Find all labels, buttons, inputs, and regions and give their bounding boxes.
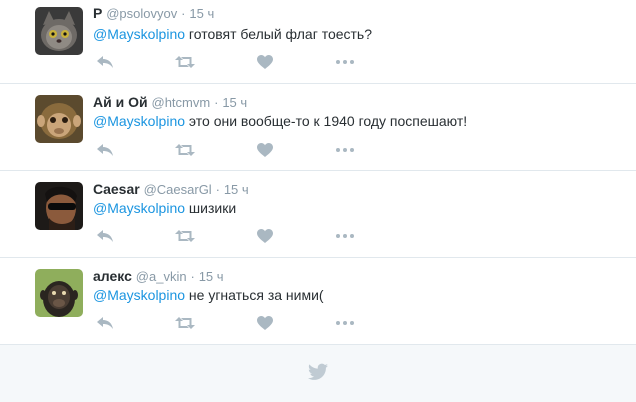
heart-icon	[257, 55, 273, 69]
fullname[interactable]: Caesar	[93, 181, 140, 197]
username[interactable]: @a_vkin	[136, 269, 187, 284]
retweet-icon	[175, 230, 195, 242]
timestamp[interactable]: 15 ч	[189, 6, 214, 21]
heart-icon	[257, 316, 273, 330]
more-button[interactable]	[333, 313, 357, 333]
separator: ·	[214, 95, 219, 110]
avatar-monkey-image	[35, 95, 83, 143]
tweet-text: @Mayskolpino шизики	[93, 199, 236, 217]
separator: ·	[190, 269, 195, 284]
like-button[interactable]	[253, 140, 277, 160]
like-button[interactable]	[253, 226, 277, 246]
reply-button[interactable]	[93, 313, 117, 333]
avatar[interactable]	[35, 95, 83, 143]
retweet-button[interactable]	[173, 226, 197, 246]
username[interactable]: @CaesarGl	[144, 182, 212, 197]
timeline-footer	[0, 344, 636, 402]
reply-icon	[97, 144, 113, 156]
twitter-bird-icon	[308, 363, 328, 380]
tweet: алекс @a_vkin · 15 ч @Mayskolpino не угн…	[0, 258, 636, 344]
reply-icon	[97, 56, 113, 68]
timestamp[interactable]: 15 ч	[222, 95, 247, 110]
reply-button[interactable]	[93, 52, 117, 72]
tweet-actions	[93, 52, 373, 72]
more-dots-icon	[336, 148, 354, 152]
reply-button[interactable]	[93, 140, 117, 160]
timestamp[interactable]: 15 ч	[199, 269, 224, 284]
tweet-feed: Р @psolovyov · 15 ч @Mayskolpino готовят…	[0, 0, 636, 402]
tweet-text: @Mayskolpino не угнаться за ними(	[93, 286, 324, 304]
tweet-actions	[93, 226, 373, 246]
retweet-icon	[175, 317, 195, 329]
tweet: Caesar @CaesarGl · 15 ч @Mayskolpino шиз…	[0, 171, 636, 258]
like-button[interactable]	[253, 313, 277, 333]
separator: ·	[215, 182, 220, 197]
tweet-header: Р @psolovyov · 15 ч	[93, 5, 214, 22]
mention-link[interactable]: @Mayskolpino	[93, 113, 185, 129]
tweet-text: @Mayskolpino это они вообще-то к 1940 го…	[93, 112, 467, 130]
tweet: Р @psolovyov · 15 ч @Mayskolpino готовят…	[0, 0, 636, 84]
tweet: Ай и Ой @htcmvm · 15 ч @Mayskolpino это …	[0, 84, 636, 171]
tweet-body: это они вообще-то к 1940 году поспешают!	[185, 113, 468, 129]
avatar-person-image	[35, 182, 83, 230]
avatar[interactable]	[35, 182, 83, 230]
reply-button[interactable]	[93, 226, 117, 246]
avatar[interactable]	[35, 7, 83, 55]
mention-link[interactable]: @Mayskolpino	[93, 287, 185, 303]
fullname[interactable]: Ай и Ой	[93, 94, 148, 110]
tweet-body: не угнаться за ними(	[185, 287, 324, 303]
fullname[interactable]: Р	[93, 5, 102, 21]
timestamp[interactable]: 15 ч	[224, 182, 249, 197]
avatar-cat-image	[35, 7, 83, 55]
mention-link[interactable]: @Mayskolpino	[93, 200, 185, 216]
heart-icon	[257, 143, 273, 157]
more-dots-icon	[336, 60, 354, 64]
more-button[interactable]	[333, 52, 357, 72]
more-button[interactable]	[333, 140, 357, 160]
retweet-button[interactable]	[173, 140, 197, 160]
fullname[interactable]: алекс	[93, 268, 132, 284]
tweet-actions	[93, 313, 373, 333]
retweet-button[interactable]	[173, 52, 197, 72]
more-dots-icon	[336, 234, 354, 238]
tweet-text: @Mayskolpino готовят белый флаг тоесть?	[93, 25, 372, 43]
reply-icon	[97, 230, 113, 242]
mention-link[interactable]: @Mayskolpino	[93, 26, 185, 42]
retweet-icon	[175, 56, 195, 68]
username[interactable]: @psolovyov	[106, 6, 177, 21]
heart-icon	[257, 229, 273, 243]
avatar[interactable]	[35, 269, 83, 317]
username[interactable]: @htcmvm	[152, 95, 211, 110]
retweet-icon	[175, 144, 195, 156]
retweet-button[interactable]	[173, 313, 197, 333]
tweet-body: готовят белый флаг тоесть?	[185, 26, 373, 42]
more-button[interactable]	[333, 226, 357, 246]
tweet-actions	[93, 140, 373, 160]
like-button[interactable]	[253, 52, 277, 72]
tweet-header: Caesar @CaesarGl · 15 ч	[93, 181, 249, 198]
tweet-header: алекс @a_vkin · 15 ч	[93, 268, 224, 285]
tweet-body: шизики	[185, 200, 237, 216]
reply-icon	[97, 317, 113, 329]
more-dots-icon	[336, 321, 354, 325]
separator: ·	[181, 6, 186, 21]
avatar-chimp-image	[35, 269, 83, 317]
tweet-header: Ай и Ой @htcmvm · 15 ч	[93, 94, 247, 111]
